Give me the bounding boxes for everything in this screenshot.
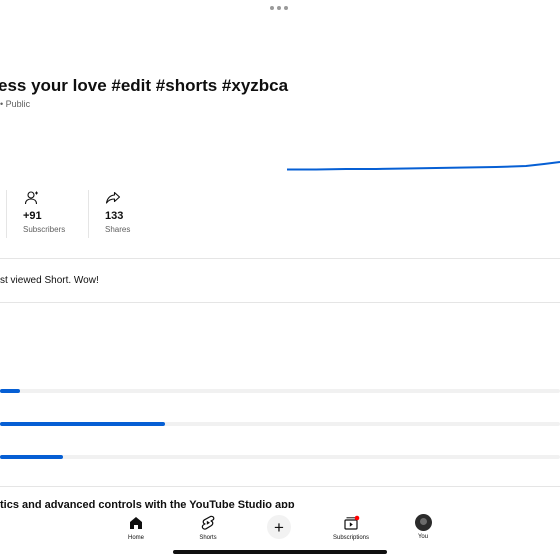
nav-shorts-label: Shorts (199, 535, 217, 541)
video-title: ess your love #edit #shorts #xyzbca (0, 76, 289, 95)
nav-subscriptions-label: Subscriptions (332, 535, 370, 541)
avatar (414, 514, 432, 531)
shorts-icon (201, 515, 215, 530)
stat-divider (6, 190, 7, 238)
video-visibility: • Public (0, 99, 31, 109)
subscriptions-icon (344, 515, 360, 530)
subscribers-label: Subscribers (23, 225, 66, 234)
stat-shares: 133 Shares (105, 190, 130, 234)
stat-subscribers: +91 Subscribers (23, 190, 65, 234)
traffic-bar-fill (0, 389, 21, 393)
create-button[interactable]: + (267, 515, 291, 539)
nav-you-label: You (417, 534, 429, 540)
dot (277, 6, 281, 10)
nav-you[interactable]: You (393, 514, 453, 540)
home-icon (130, 517, 142, 529)
section-divider (0, 486, 560, 487)
sparkline-path (287, 161, 560, 171)
nav-home-label: Home (127, 535, 144, 541)
nav-shorts[interactable]: Shorts (178, 514, 238, 541)
person-add-icon (24, 191, 38, 205)
stat-divider (88, 190, 89, 238)
nav-home[interactable]: Home (106, 514, 166, 541)
more-options-handle[interactable] (270, 4, 290, 12)
section-divider (0, 258, 560, 259)
dot (270, 6, 274, 10)
traffic-bar-track (0, 389, 560, 393)
notification-dot (354, 515, 360, 521)
performance-message: st viewed Short. Wow! (0, 275, 99, 286)
traffic-bar-fill (0, 455, 63, 459)
shares-label: Shares (105, 225, 131, 234)
traffic-bar-track (0, 422, 560, 426)
dot (284, 6, 288, 10)
traffic-bar-fill (0, 422, 165, 426)
traffic-bar-track (0, 455, 560, 459)
section-divider (0, 302, 560, 303)
views-sparkline (287, 161, 560, 171)
nav-subscriptions[interactable]: Subscriptions (321, 514, 381, 541)
home-indicator (173, 550, 387, 554)
subscribers-value: +91 (23, 210, 42, 222)
shares-value: 133 (105, 210, 124, 222)
share-icon (105, 191, 121, 204)
